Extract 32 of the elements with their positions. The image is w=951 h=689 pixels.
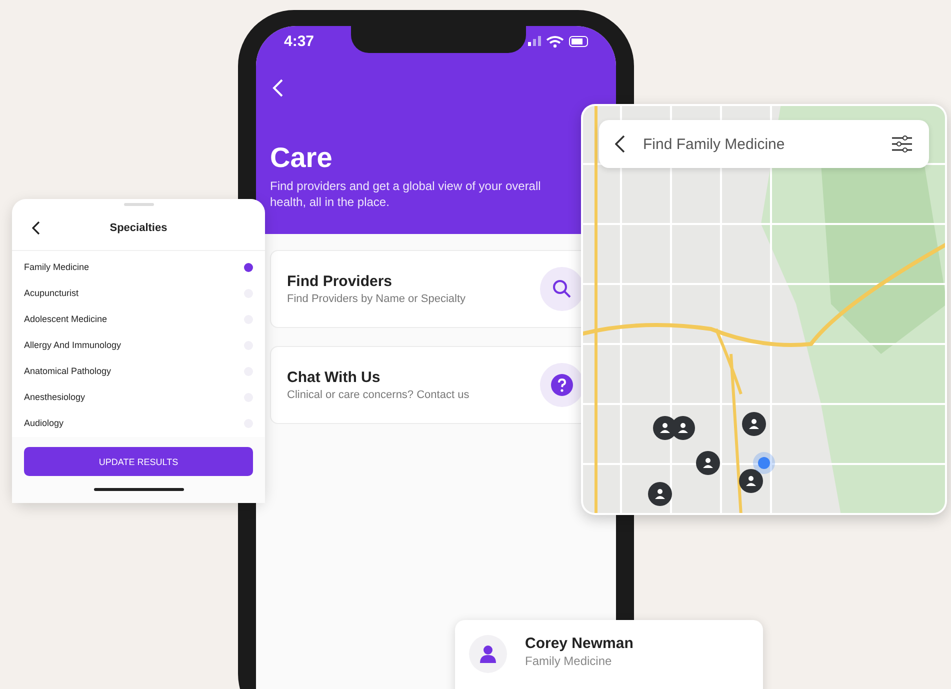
specialty-option[interactable]: Audiology <box>24 418 64 428</box>
specialty-option[interactable]: Family Medicine <box>24 262 90 272</box>
battery-icon <box>569 36 588 46</box>
drag-handle[interactable] <box>124 203 154 206</box>
specialty-option[interactable]: Acupuncturist <box>24 288 79 298</box>
specialty-option[interactable]: Anatomical Pathology <box>24 366 112 376</box>
provider-specialty: Family Medicine <box>525 654 613 668</box>
specialty-option[interactable]: Allergy And Immunology <box>24 340 122 350</box>
map-search-bar[interactable]: Find Family Medicine <box>599 120 929 168</box>
sheet-title: Specialties <box>110 222 168 234</box>
option-title: Find Providers <box>287 273 394 290</box>
signal-icon <box>528 36 541 46</box>
radio-dot[interactable] <box>244 262 253 272</box>
page-subtitle: Find providers and get a global view of your overall health, all in the place. <box>270 178 542 210</box>
wifi-icon <box>546 34 564 48</box>
option-subtitle: Find Providers by Name or Specialty <box>287 293 467 305</box>
provider-name: Corey Newman <box>525 635 634 652</box>
avatar-icon <box>469 635 507 673</box>
question-icon <box>551 374 573 396</box>
back-icon[interactable] <box>32 221 40 235</box>
map-search-text: Find Family Medicine <box>643 136 786 152</box>
specialty-option[interactable]: Anesthesiology <box>24 392 86 402</box>
update-results-button[interactable]: UPDATE RESULTS <box>24 447 253 476</box>
option-title: Chat With Us <box>287 369 382 386</box>
filter-icon[interactable] <box>891 135 913 153</box>
back-icon[interactable] <box>615 135 625 153</box>
option-subtitle: Clinical or care concerns? Contact us <box>287 389 470 401</box>
specialty-option[interactable]: Adolescent Medicine <box>24 314 108 324</box>
status-time: 4:37 <box>284 32 314 50</box>
page-title: Care <box>270 142 334 174</box>
provider-card[interactable]: Corey Newman Family Medicine <box>455 620 763 689</box>
search-icon <box>552 279 572 299</box>
